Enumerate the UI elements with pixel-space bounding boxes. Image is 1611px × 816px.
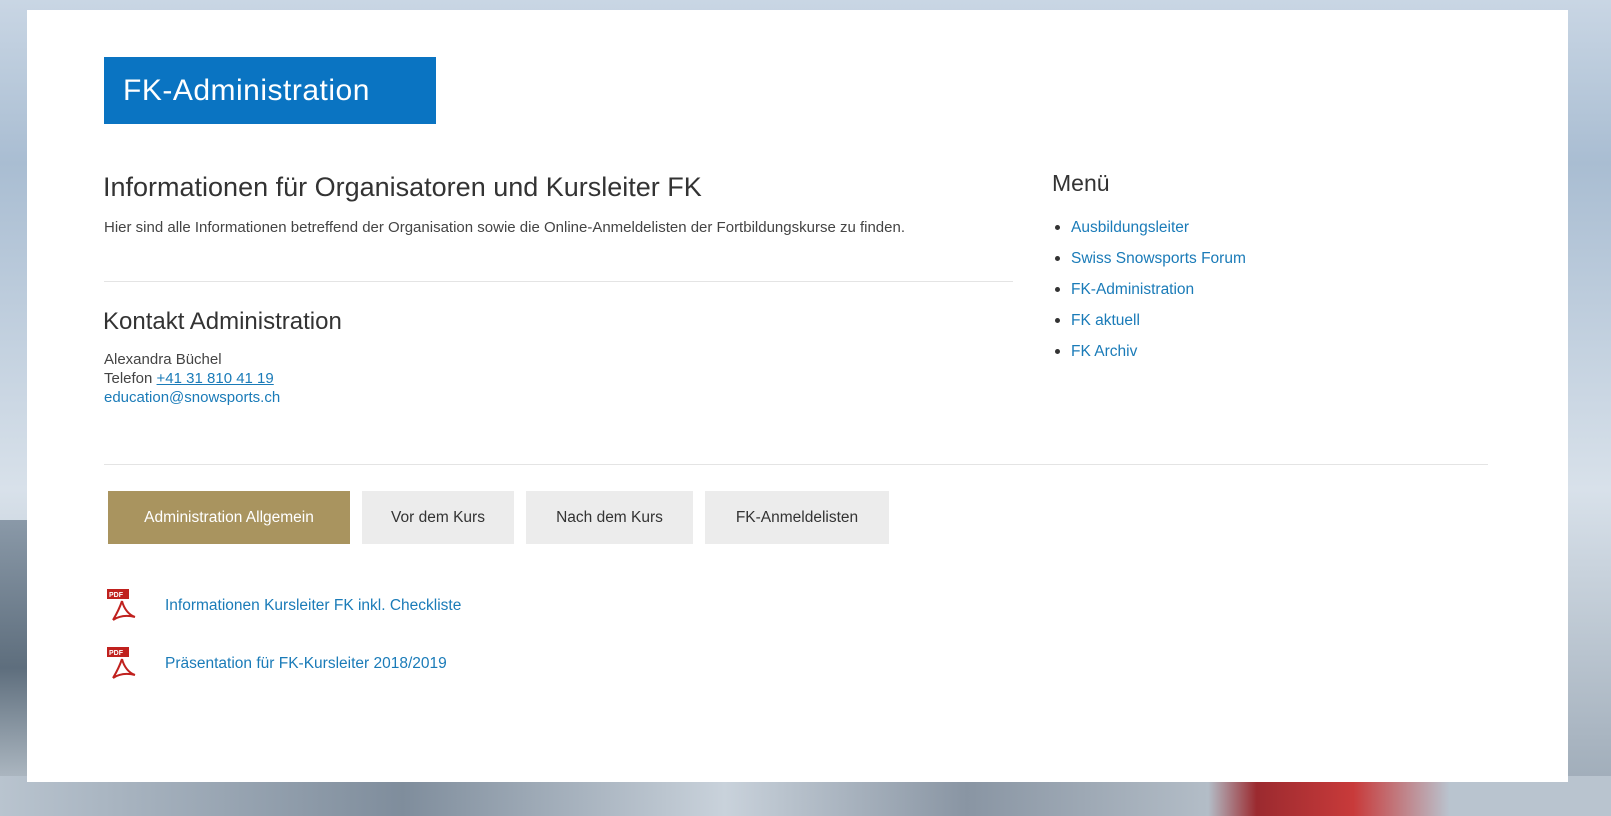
- bullet-icon: [1055, 318, 1060, 323]
- document-item[interactable]: PDF Präsentation für FK-Kursleiter 2018/…: [107, 646, 461, 681]
- email-link[interactable]: education@snowsports.ch: [104, 389, 280, 406]
- background-mountain: [0, 520, 30, 816]
- menu-item-fk-aktuell[interactable]: FK aktuell: [1055, 305, 1246, 336]
- menu-item-ausbildungsleiter[interactable]: Ausbildungsleiter: [1055, 212, 1246, 243]
- tab-administration-allgemein[interactable]: Administration Allgemein: [108, 491, 350, 544]
- contact-title: Kontakt Administration: [103, 308, 342, 335]
- menu-item-swiss-snowsports-forum[interactable]: Swiss Snowsports Forum: [1055, 243, 1246, 274]
- document-link[interactable]: Präsentation für FK-Kursleiter 2018/2019: [165, 655, 447, 673]
- menu-title: Menü: [1052, 170, 1110, 196]
- menu-item-fk-archiv[interactable]: FK Archiv: [1055, 336, 1246, 367]
- bullet-icon: [1055, 256, 1060, 261]
- menu-item-label[interactable]: FK Archiv: [1071, 336, 1137, 367]
- menu-item-label[interactable]: Swiss Snowsports Forum: [1071, 243, 1246, 274]
- brand-header: FK-Administration: [104, 57, 436, 124]
- pdf-icon: PDF: [107, 588, 137, 623]
- page-title: Informationen für Organisatoren und Kurs…: [103, 172, 702, 202]
- contact-phone-line: Telefon +41 31 810 41 19: [104, 369, 280, 388]
- pdf-icon: PDF: [107, 646, 137, 681]
- bullet-icon: [1055, 349, 1060, 354]
- content-card: FK-Administration Informationen für Orga…: [27, 10, 1568, 782]
- menu-item-fk-administration[interactable]: FK-Administration: [1055, 274, 1246, 305]
- side-menu: Ausbildungsleiter Swiss Snowsports Forum…: [1055, 212, 1246, 367]
- document-link[interactable]: Informationen Kursleiter FK inkl. Checkl…: [165, 597, 461, 615]
- tab-vor-dem-kurs[interactable]: Vor dem Kurs: [362, 491, 514, 544]
- tab-nach-dem-kurs[interactable]: Nach dem Kurs: [526, 491, 693, 544]
- menu-item-label[interactable]: FK-Administration: [1071, 274, 1194, 305]
- menu-item-label[interactable]: FK aktuell: [1071, 305, 1140, 336]
- phone-label: Telefon: [104, 370, 157, 387]
- document-item[interactable]: PDF Informationen Kursleiter FK inkl. Ch…: [107, 588, 461, 623]
- contact-name: Alexandra Büchel: [104, 351, 222, 368]
- bullet-icon: [1055, 287, 1060, 292]
- intro-text: Hier sind alle Informationen betreffend …: [104, 219, 905, 236]
- bullet-icon: [1055, 225, 1060, 230]
- contact-block: Alexandra Büchel Telefon +41 31 810 41 1…: [104, 350, 280, 407]
- background-scenery: [0, 776, 1611, 816]
- phone-link[interactable]: +41 31 810 41 19: [157, 370, 274, 387]
- document-list: PDF Informationen Kursleiter FK inkl. Ch…: [107, 588, 461, 705]
- menu-item-label[interactable]: Ausbildungsleiter: [1071, 212, 1189, 243]
- divider: [104, 281, 1013, 282]
- divider: [104, 464, 1488, 465]
- tab-fk-anmeldelisten[interactable]: FK-Anmeldelisten: [705, 491, 889, 544]
- svg-text:PDF: PDF: [109, 592, 124, 599]
- tab-bar: Administration Allgemein Vor dem Kurs Na…: [108, 491, 889, 544]
- svg-text:PDF: PDF: [109, 650, 124, 657]
